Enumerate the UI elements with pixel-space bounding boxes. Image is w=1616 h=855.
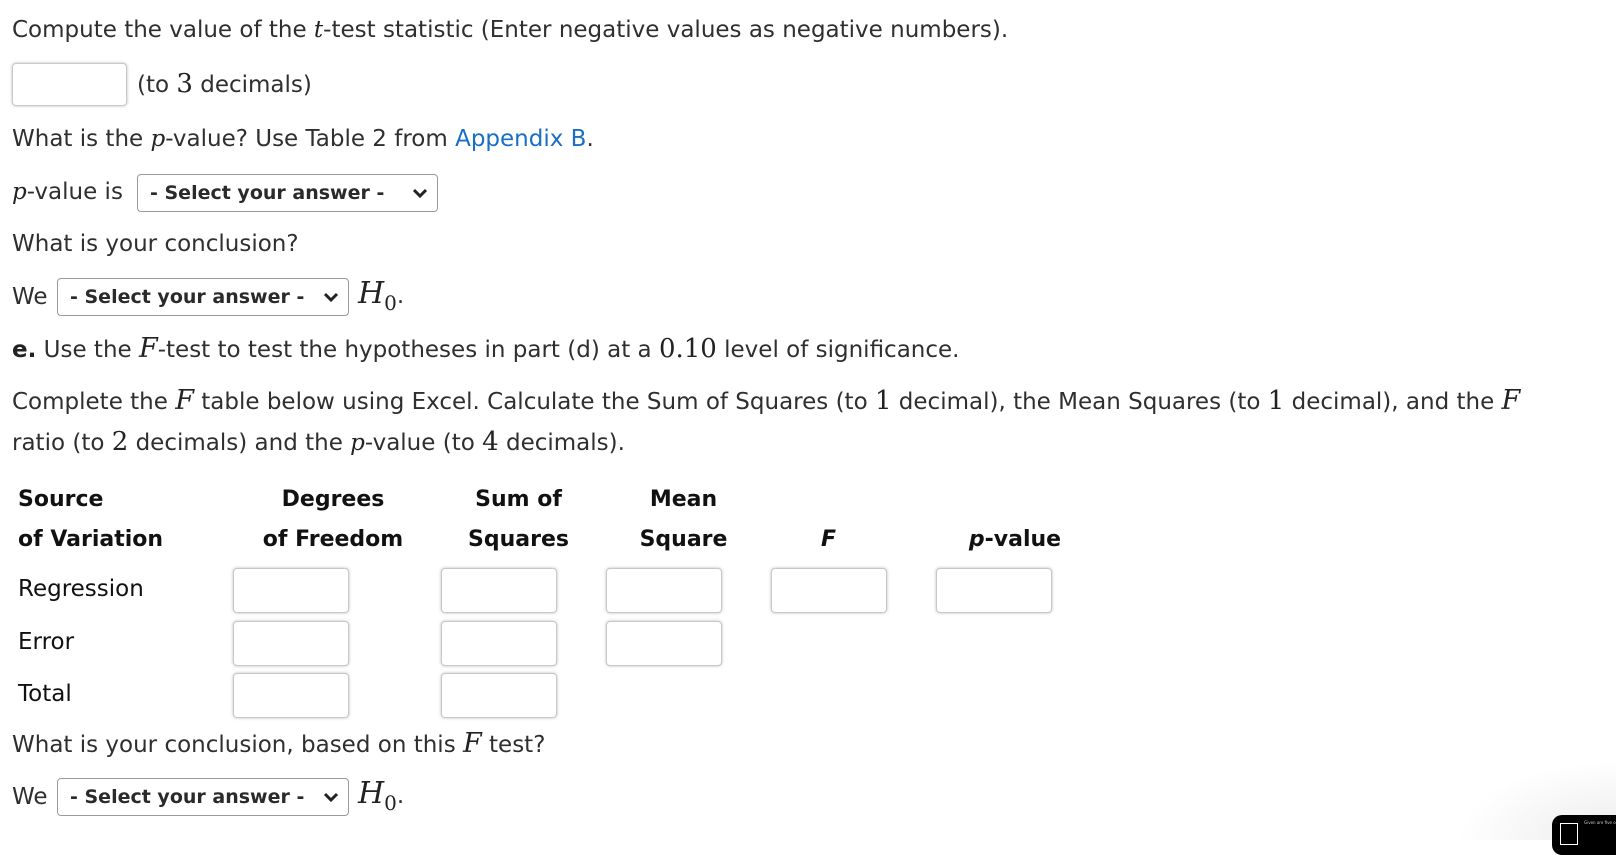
part-e-prompt: e. Use the F-test to test the hypotheses… [12,333,960,365]
total-df-input[interactable] [233,673,349,718]
regression-ms-input[interactable] [606,568,722,613]
regression-ss-input[interactable] [441,568,557,613]
chevron-down-icon [412,188,428,199]
regression-p-value-input[interactable] [936,568,1052,613]
p-value-prompt: What is the p-value? Use Table 2 from Ap… [12,126,594,152]
t-stat-input[interactable] [12,63,127,106]
row-label-total: Total [18,681,72,707]
f-test-conclusion-prompt: What is your conclusion, based on this F… [12,728,546,759]
regression-f-input[interactable] [771,568,887,613]
instructions-line-1: Complete the F table below using Excel. … [12,385,1521,417]
we-label: We [12,284,48,310]
header-df-1: Degrees [281,487,385,512]
f-test-conclusion-select[interactable]: - Select your answer - [57,778,349,816]
p-value-label: p-value is [12,179,123,205]
we-label-2: We [12,784,48,810]
null-hypothesis: H0. [358,276,405,316]
error-ss-input[interactable] [441,621,557,666]
t-variable: t [313,17,324,43]
instructions-line-2: ratio (to 2 decimals) and the p-value (t… [12,427,625,457]
header-source-2: of Variation [18,527,164,552]
floating-preview-widget[interactable]: Given are five obse [1552,815,1616,855]
chevron-down-icon [323,792,339,803]
conclusion-prompt: What is your conclusion? [12,231,299,257]
header-ms-1: Mean [649,487,718,512]
header-source-1: Source [18,487,104,512]
null-hypothesis-2: H0. [358,776,405,816]
regression-df-input[interactable] [233,568,349,613]
row-label-error: Error [18,629,75,655]
row-label-regression: Regression [18,576,144,602]
chevron-down-icon [323,292,339,303]
header-ss-1: Sum of [475,487,562,512]
total-ss-input[interactable] [441,673,557,718]
preview-text: Given are five obse [1584,820,1616,825]
appendix-b-link[interactable]: Appendix B [455,126,586,152]
t-stat-hint: (to 3 decimals) [137,69,312,99]
p-value-select[interactable]: - Select your answer - [137,174,438,212]
error-df-input[interactable] [233,621,349,666]
header-f: F [820,527,837,552]
error-ms-input[interactable] [606,621,722,666]
header-df-2: of Freedom [262,527,404,552]
t-stat-prompt: Compute the value of the t-test statisti… [12,17,1009,43]
header-p-value: p-value [968,527,1062,552]
conclusion-select[interactable]: - Select your answer - [57,278,349,316]
header-ms-2: Square [639,527,728,552]
preview-thumbnail [1560,823,1578,845]
header-ss-2: Squares [468,527,569,552]
